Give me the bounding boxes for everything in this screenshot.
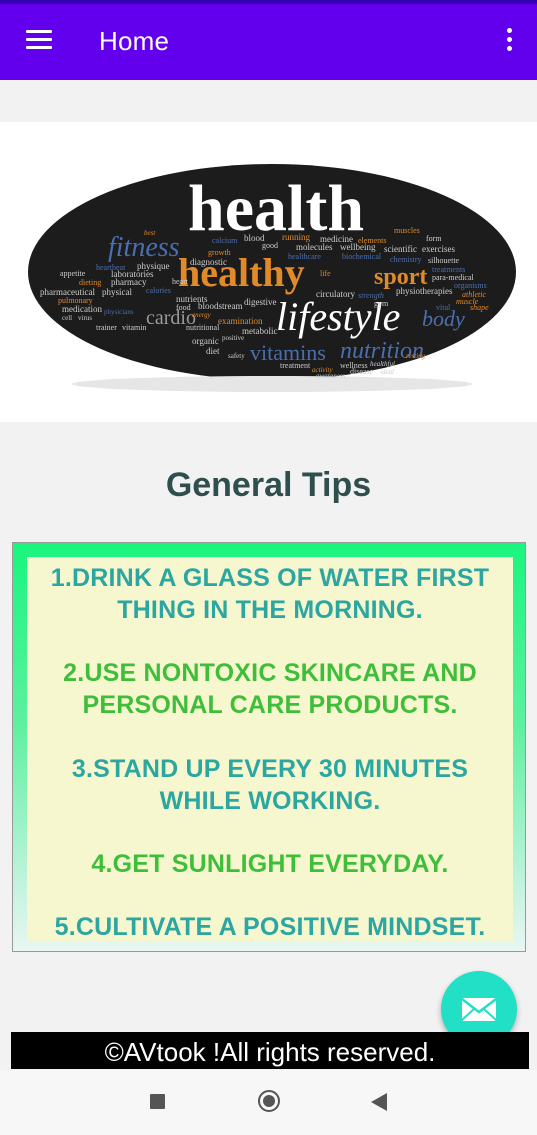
word-growth: growth [208, 248, 231, 257]
circle-home-icon[interactable] [258, 1090, 280, 1112]
tip-1-line-1: 1.DRINK A GLASS OF WATER FIRST [50, 564, 490, 592]
word-silhouette: silhouette [428, 256, 460, 265]
word-positive: positive [222, 334, 244, 342]
word-good: good [262, 241, 278, 250]
word-pulmonary: pulmonary [58, 296, 93, 305]
general-tips-heading: General Tips [165, 466, 372, 504]
word-best: best [144, 229, 156, 237]
word-diagnostic: diagnostic [190, 257, 227, 267]
word-form: form [426, 234, 442, 243]
word-healthcare: healthcare [288, 252, 321, 261]
tip-3-line-2: WHILE WORKING. [159, 787, 381, 815]
word-resting: resting [406, 352, 426, 360]
word-trainer: trainer [96, 323, 117, 332]
word-heartbeat: heartbeat [96, 263, 126, 272]
word-pharmacy: pharmacy [111, 277, 147, 287]
more-vert-icon[interactable] [500, 28, 520, 54]
word-life: life [320, 269, 331, 278]
word-appetite: appetite [60, 269, 86, 278]
word-physiotherapies: physiotherapies [396, 286, 453, 296]
word-biochemical: biochemical [342, 252, 382, 261]
triangle-back-icon[interactable] [371, 1093, 387, 1111]
word-shape: shape [470, 303, 489, 312]
word-exercises: exercises [422, 244, 455, 254]
word-calories: calories [146, 286, 171, 295]
word-cell: cell [62, 314, 72, 322]
word-digestive: digestive [244, 297, 277, 307]
word-cloud-graphic: health fitness healthy sport lifestyle b… [28, 164, 516, 392]
tip-2-line-1: 2.USE NONTOXIC SKINCARE AND [63, 659, 477, 687]
tip-2: 2.USE NONTOXIC SKINCARE AND PERSONAL CAR… [27, 657, 513, 721]
tip-5-line-1: 5.CULTIVATE A POSITIVE MINDSET. [54, 913, 486, 941]
word-awareness: awareness [316, 372, 346, 380]
word-disease: disease [350, 367, 374, 376]
word-bloodstream: bloodstream [198, 301, 243, 311]
word-running: running [282, 232, 310, 242]
status-bar-strip [0, 0, 537, 4]
word-examination: examination [218, 316, 263, 326]
word-scientific: scientific [384, 244, 417, 254]
system-navigation-bar [0, 1070, 537, 1135]
health-banner-image: health fitness healthy sport lifestyle b… [0, 122, 537, 422]
tip-5: 5.CULTIVATE A POSITIVE MINDSET. [27, 911, 513, 943]
word-chemistry: chemistry [390, 255, 422, 264]
word-virus: virus [78, 314, 92, 322]
word-gym: gym [374, 299, 389, 308]
word-vitamin: vitamin [122, 323, 146, 332]
tip-1-line-2: THING IN THE MORNING. [117, 596, 423, 624]
word-heart: heart [172, 277, 189, 286]
word-dieting: dieting [79, 278, 101, 287]
tip-3: 3.STAND UP EVERY 30 MINUTES WHILE WORKIN… [27, 753, 513, 817]
square-recents-icon[interactable] [150, 1094, 165, 1109]
page-title: Home [99, 26, 170, 56]
tips-panel: 1.DRINK A GLASS OF WATER FIRST THING IN … [27, 557, 513, 941]
word-healthful: healthful [370, 360, 395, 368]
word-safety: safety [228, 352, 245, 360]
tip-3-line-1: 3.STAND UP EVERY 30 MINUTES [71, 755, 469, 783]
word-molecules: molecules [296, 242, 333, 252]
word-medication: medication [62, 304, 102, 314]
tip-2-line-2: PERSONAL CARE PRODUCTS. [82, 691, 458, 719]
word-circulatory: circulatory [316, 289, 355, 299]
copyright-footer: ©AVtook !All rights reserved. [11, 1032, 529, 1069]
word-elements: elements [358, 236, 386, 245]
tips-card: 1.DRINK A GLASS OF WATER FIRST THING IN … [12, 542, 526, 952]
word-organisms: organisms [454, 281, 487, 290]
word-muscles: muscles [394, 226, 420, 235]
word-vital: vital [436, 303, 451, 312]
word-nutritional: nutritional [186, 323, 220, 332]
word-physicians: physicians [104, 308, 134, 316]
word-organic: organic [192, 336, 219, 346]
hamburger-menu-icon[interactable] [26, 30, 52, 50]
tip-1: 1.DRINK A GLASS OF WATER FIRST THING IN … [27, 562, 513, 626]
tip-4-line-1: 4.GET SUNLIGHT EVERYDAY. [91, 850, 449, 878]
tip-4: 4.GET SUNLIGHT EVERYDAY. [27, 848, 513, 880]
word-physical: physical [102, 287, 132, 297]
word-ideal: ideal [380, 368, 394, 376]
word-calcium: calcium [212, 236, 238, 245]
word-metabolic: metabolic [242, 326, 278, 336]
word-treatment: treatment [280, 361, 311, 370]
word-energy: energy [192, 311, 212, 319]
word-food: food [176, 303, 191, 312]
word-diet: diet [206, 346, 220, 356]
app-bar: Home [0, 0, 537, 80]
